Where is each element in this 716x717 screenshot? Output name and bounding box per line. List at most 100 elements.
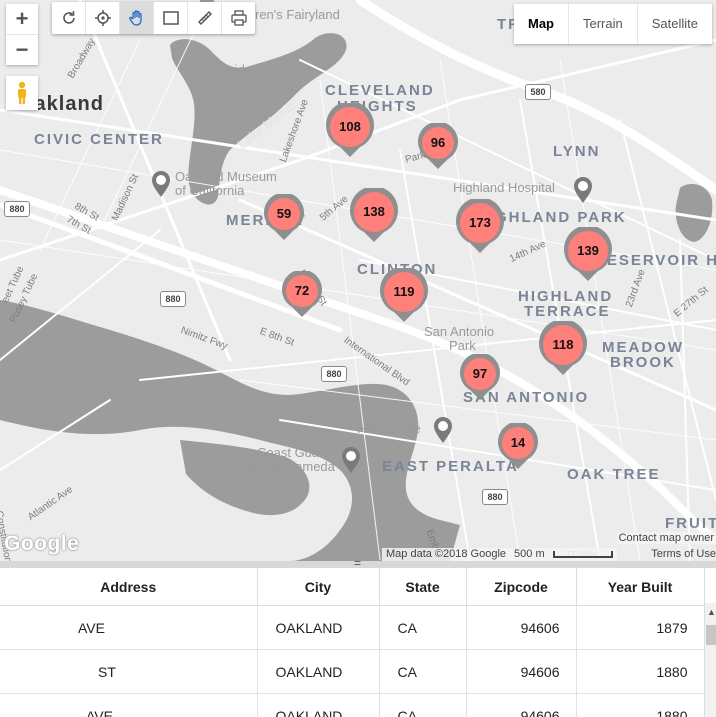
cluster-marker[interactable]: 96 [418, 123, 458, 181]
cluster-marker[interactable]: 138 [350, 188, 398, 246]
poi-label: San Antonio [424, 324, 495, 339]
cluster-count: 173 [469, 215, 491, 230]
column-header-year-built[interactable]: Year Built [576, 568, 705, 606]
print-icon [230, 10, 247, 26]
neighborhood-label: BROOK [610, 354, 676, 371]
year-built-cell: 1880 [576, 649, 705, 694]
cluster-marker[interactable]: 173 [456, 199, 504, 257]
neighborhood-label: FRUIT [665, 515, 716, 532]
scroll-up-icon[interactable]: ▲ [707, 607, 716, 617]
cluster-marker[interactable]: 118 [539, 321, 587, 379]
state-cell: CA [379, 605, 467, 650]
hospital-pin-icon[interactable] [572, 176, 594, 204]
city-cell: OAKLAND [257, 605, 380, 650]
neighborhood-label: OAK TREE [567, 466, 661, 483]
print-button[interactable] [222, 2, 255, 34]
cluster-count: 72 [294, 283, 310, 298]
cluster-marker[interactable]: 72 [282, 271, 322, 329]
year-built-cell: 1879 [576, 605, 705, 650]
cluster-marker[interactable]: 108 [326, 103, 374, 161]
poi-label: Oakland Museum [175, 169, 277, 184]
map-view[interactable]: CLEVELANDHEIGHTSLYNNCIVIC CENTERMERRITTH… [0, 0, 716, 561]
pan-button[interactable] [120, 2, 154, 34]
cluster-count: 138 [363, 204, 385, 219]
terms-of-use-link[interactable]: Terms of Use [651, 548, 716, 560]
pan-hand-icon [128, 10, 142, 26]
address-cell: AVE [0, 693, 258, 717]
column-header-city[interactable]: City [257, 568, 380, 606]
google-logo: Google [4, 532, 80, 555]
scrollbar-thumb[interactable] [706, 625, 716, 645]
street-view-pegman[interactable] [6, 76, 38, 110]
cluster-marker[interactable]: 97 [460, 354, 500, 412]
zoom-in-button[interactable]: + [6, 4, 38, 35]
table-header-row: Address City State Zipcode Year Built [0, 568, 705, 606]
zipcode-cell: 94606 [466, 649, 577, 694]
cluster-marker[interactable]: 119 [380, 268, 428, 326]
address-cell: ST [0, 649, 258, 694]
cluster-count: 108 [339, 119, 361, 134]
highway-shield-icon: 580 [525, 84, 551, 100]
table-row[interactable]: ST OAKLAND CA 94606 1880 [0, 649, 705, 694]
state-cell: CA [379, 693, 467, 717]
cluster-count: 119 [393, 284, 415, 299]
highway-shield-icon: 880 [321, 366, 347, 382]
cluster-count: 59 [276, 206, 292, 221]
map-type-map[interactable]: Map [514, 4, 569, 44]
neighborhood-label: TERRACE [524, 303, 611, 320]
map-toolbar [52, 2, 255, 34]
map-type-control: Map Terrain Satellite [514, 4, 712, 44]
city-cell: OAKLAND [257, 693, 380, 717]
highway-shield-icon: 880 [4, 201, 30, 217]
address-cell: AVE [0, 605, 258, 650]
zoom-out-button[interactable]: − [6, 35, 38, 65]
column-header-state[interactable]: State [379, 568, 467, 606]
cluster-count: 97 [472, 366, 488, 381]
neighborhood-label: RESERVOIR H [594, 252, 716, 269]
rectangle-select-icon [162, 11, 179, 25]
state-cell: CA [379, 649, 467, 694]
cluster-count: 14 [510, 435, 526, 450]
locate-button[interactable] [86, 2, 120, 34]
table-scrollbar[interactable]: ▲ [704, 603, 716, 717]
cluster-marker[interactable]: 14 [498, 423, 538, 481]
museum-pin-icon[interactable] [150, 170, 172, 198]
cluster-count: 118 [552, 337, 574, 352]
results-table-panel: Address City State Zipcode Year Built AV… [0, 568, 716, 717]
refresh-icon [62, 11, 75, 24]
contact-map-owner-link[interactable]: Contact map owner [616, 532, 716, 544]
table-row[interactable]: AVE OAKLAND CA 94606 1879 [0, 605, 705, 650]
poi-label: of California [175, 183, 245, 198]
harborside-pin-icon[interactable] [432, 416, 454, 444]
zoom-control: + − [6, 4, 38, 65]
scale-text[interactable]: 500 m [514, 548, 545, 561]
cluster-count: 139 [577, 243, 599, 258]
rectangle-select-button[interactable] [154, 2, 188, 34]
map-attribution: Map data ©2018 Google 500 m [382, 548, 617, 561]
zipcode-cell: 94606 [466, 605, 577, 650]
poi-label: ren's Fairyland [255, 7, 340, 22]
cluster-marker[interactable]: 59 [264, 194, 304, 252]
poi-label: Lakeside P [200, 62, 265, 77]
column-header-zipcode[interactable]: Zipcode [466, 568, 577, 606]
ruler-button[interactable] [188, 2, 222, 34]
coast-guard-pin-icon[interactable] [340, 446, 362, 474]
table-row[interactable]: AVE OAKLAND CA 94606 1880 [0, 693, 705, 717]
map-type-terrain[interactable]: Terrain [569, 4, 638, 44]
column-header-address[interactable]: Address [0, 568, 258, 606]
neighborhood-label: CIVIC CENTER [34, 131, 164, 148]
cluster-count: 96 [430, 135, 446, 150]
refresh-button[interactable] [52, 2, 86, 34]
cluster-marker[interactable]: 139 [564, 227, 612, 285]
poi-label: Highland Hospital [453, 180, 555, 195]
results-table: Address City State Zipcode Year Built AV… [0, 568, 705, 717]
map-type-satellite[interactable]: Satellite [638, 4, 712, 44]
zipcode-cell: 94606 [466, 693, 577, 717]
map-data-text: Map data ©2018 Google [386, 548, 507, 560]
panel-splitter[interactable]: = [0, 556, 716, 570]
pegman-icon [18, 81, 26, 104]
ruler-icon [197, 11, 212, 25]
locate-icon [94, 10, 111, 26]
highway-shield-icon: 880 [160, 291, 186, 307]
neighborhood-label: CLEVELAND [325, 82, 435, 99]
